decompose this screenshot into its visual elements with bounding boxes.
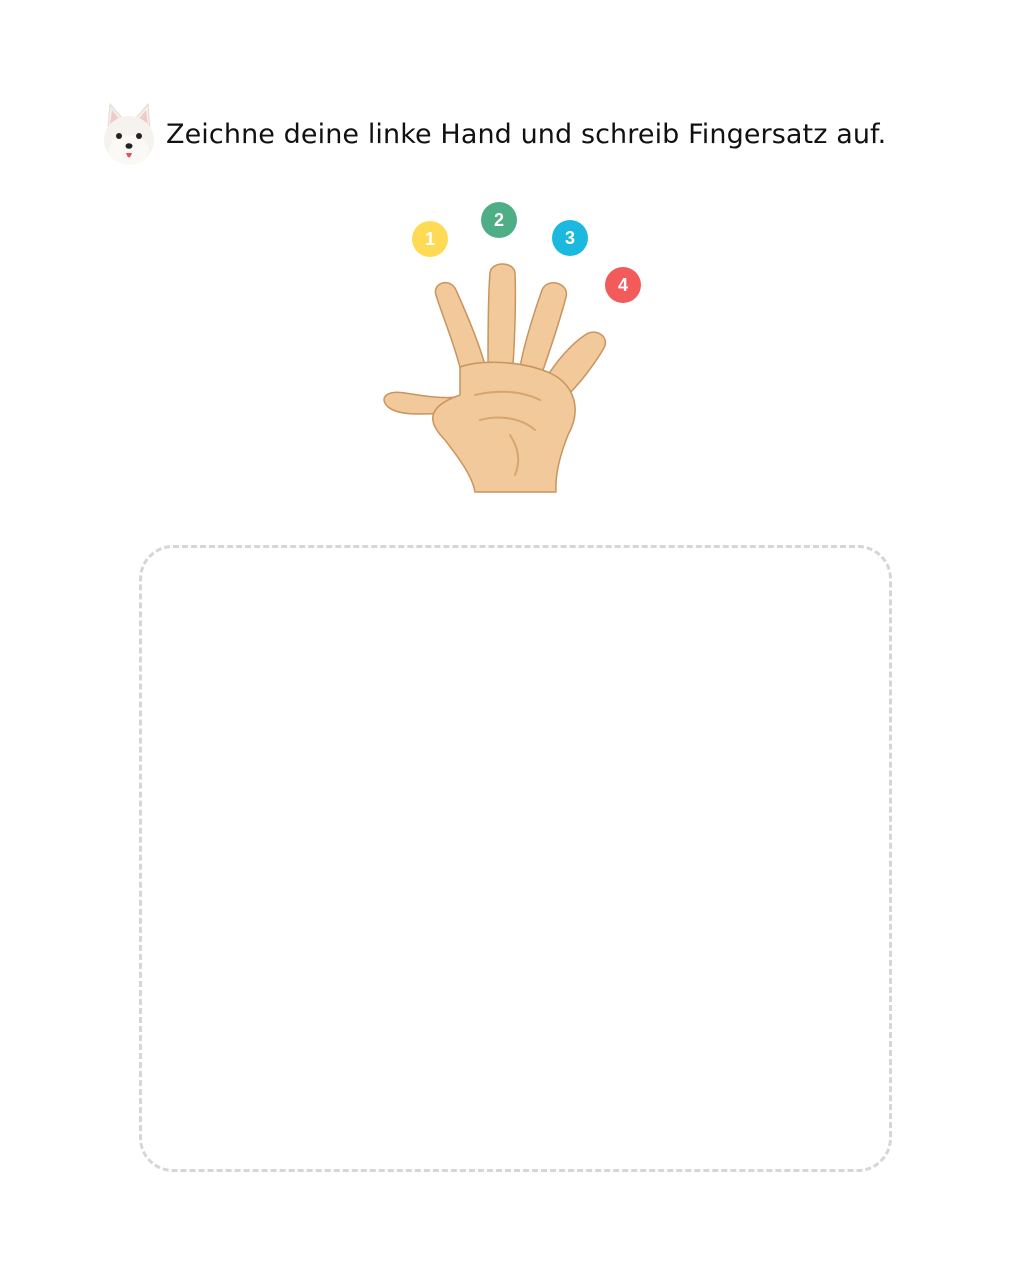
- hand-diagram: 1 2 3 4: [370, 195, 660, 495]
- finger-number-badge-2: 2: [481, 202, 517, 238]
- instruction-text: Zeichne deine linke Hand und schreib Fin…: [166, 118, 887, 150]
- drawing-area[interactable]: [139, 545, 892, 1172]
- finger-number-badge-3: 3: [552, 220, 588, 256]
- finger-number-badge-1: 1: [412, 221, 448, 257]
- finger-number-badge-4: 4: [605, 267, 641, 303]
- dog-face-icon: [104, 102, 154, 165]
- instruction-header: Zeichne deine linke Hand und schreib Fin…: [100, 100, 886, 168]
